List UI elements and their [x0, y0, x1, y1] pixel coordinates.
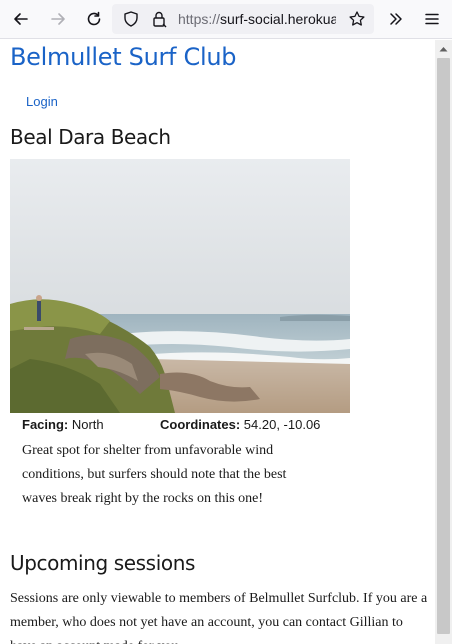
hamburger-menu-icon: [425, 13, 439, 25]
page-viewport: Belmullet Surf Club Login Beal Dara Beac…: [0, 40, 435, 644]
scroll-up-icon[interactable]: [435, 42, 452, 56]
beach-meta: Facing: North Coordinates: 54.20, -10.06: [22, 417, 352, 432]
chevron-overflow-icon: [390, 13, 402, 25]
bookmark-star-icon[interactable]: [348, 10, 366, 28]
url-bar[interactable]: https://surf-social.herokuapp.com: [112, 4, 374, 34]
back-button[interactable]: [6, 4, 36, 34]
beach-photo: [10, 159, 350, 413]
forward-arrow-icon: [51, 13, 65, 25]
sessions-notice: Sessions are only viewable to members of…: [10, 591, 428, 644]
coordinates-label: Coordinates:: [160, 417, 241, 432]
facing-label: Facing:: [22, 417, 69, 432]
back-arrow-icon: [14, 13, 28, 25]
menu-button[interactable]: [417, 4, 447, 34]
beach-title: Beal Dara Beach: [10, 125, 171, 149]
url-text[interactable]: https://surf-social.herokuapp.com: [178, 10, 336, 28]
reload-icon: [87, 11, 101, 26]
reload-button[interactable]: [79, 4, 109, 34]
coordinates-value: 54.20, -10.06: [243, 417, 321, 432]
browser-toolbar: https://surf-social.herokuapp.com: [0, 0, 452, 39]
facing-info: Facing: North: [22, 417, 104, 432]
lock-icon[interactable]: [150, 10, 168, 28]
site-title[interactable]: Belmullet Surf Club: [10, 43, 237, 71]
coordinates-info: Coordinates: 54.20, -10.06: [160, 417, 320, 432]
login-link[interactable]: Login: [26, 94, 58, 109]
page-scrollbar[interactable]: [435, 40, 452, 644]
url-host: surf-social.herokuapp.com: [220, 11, 336, 27]
beach-description: Great spot for shelter from unfavorable …: [22, 443, 287, 506]
sessions-heading: Upcoming sessions: [10, 551, 195, 575]
facing-value: North: [71, 417, 104, 432]
scrollbar-thumb[interactable]: [437, 58, 450, 634]
overflow-button[interactable]: [381, 4, 411, 34]
tracking-shield-icon[interactable]: [122, 10, 140, 28]
forward-button[interactable]: [43, 4, 73, 34]
url-scheme: https://: [178, 11, 221, 27]
